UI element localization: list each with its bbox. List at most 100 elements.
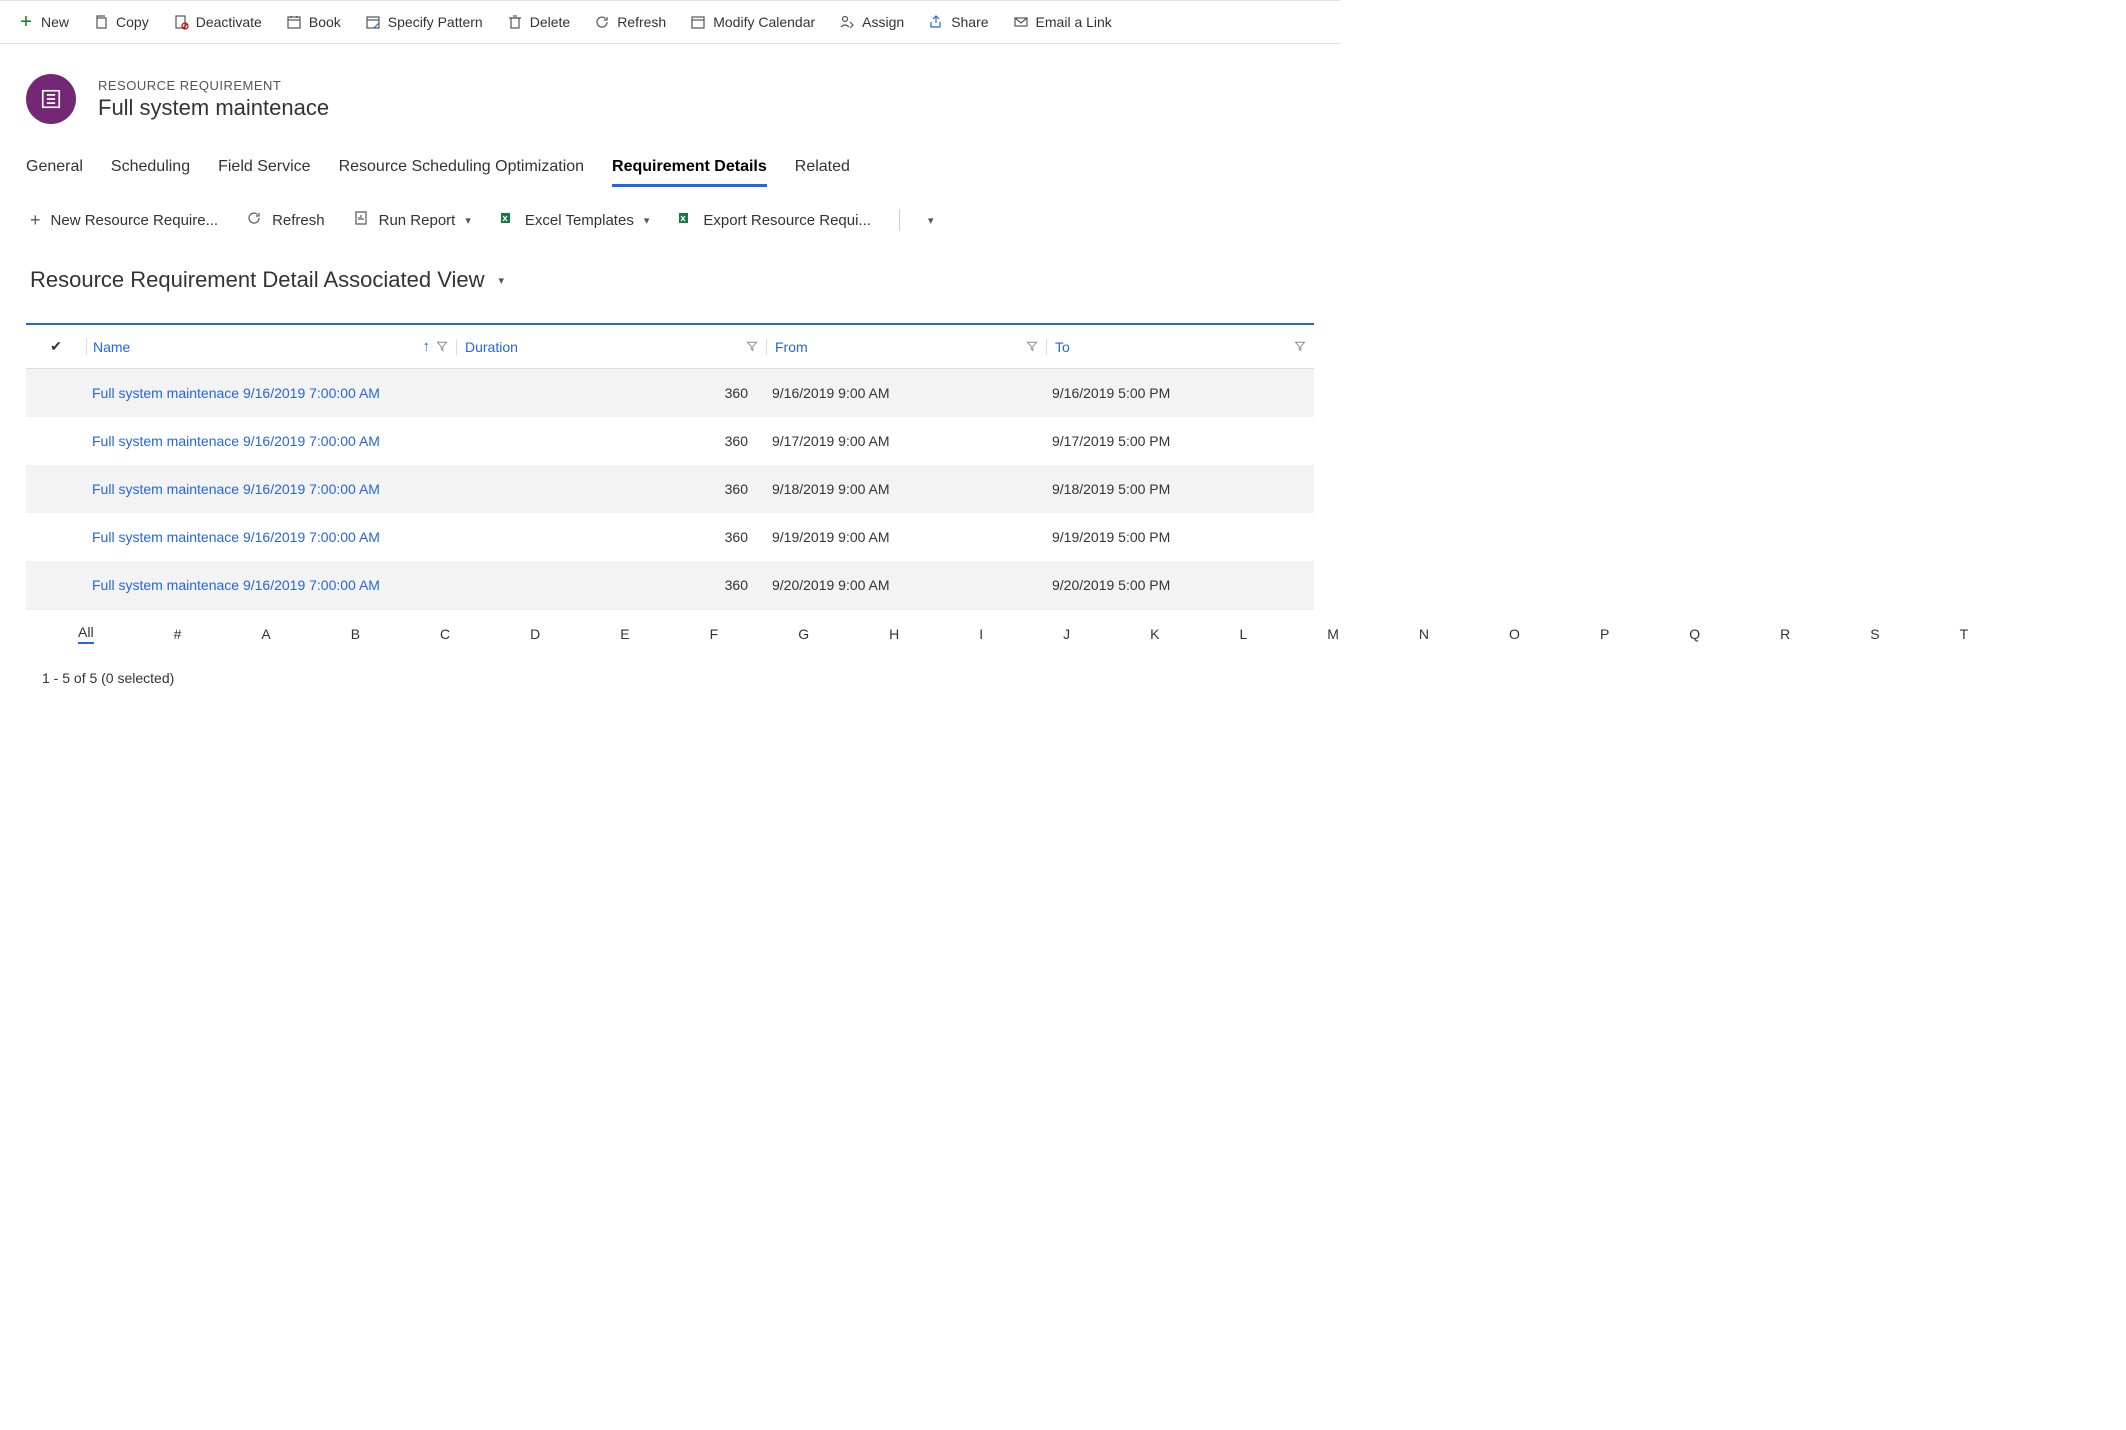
tab-field-service[interactable]: Field Service: [218, 158, 310, 187]
alpha-letter[interactable]: I: [979, 626, 983, 642]
overflow-button[interactable]: ▾: [928, 214, 934, 227]
alpha-letter[interactable]: D: [530, 626, 540, 642]
alpha-letter[interactable]: E: [620, 626, 629, 642]
view-title-row: Resource Requirement Detail Associated V…: [0, 231, 1340, 293]
tab-scheduling[interactable]: Scheduling: [111, 158, 190, 187]
share-icon: [928, 14, 944, 30]
email-link-button[interactable]: Email a Link: [1013, 14, 1112, 30]
cell-to: 9/20/2019 5:00 PM: [1046, 577, 1314, 593]
column-header-from[interactable]: From: [775, 339, 1020, 355]
refresh-label: Refresh: [617, 14, 666, 30]
new-record-button[interactable]: + New Resource Require...: [30, 210, 218, 231]
alpha-all[interactable]: All: [78, 624, 94, 644]
alpha-letter[interactable]: H: [889, 626, 899, 642]
cell-name[interactable]: Full system maintenace 9/16/2019 7:00:00…: [86, 385, 456, 401]
alpha-letter[interactable]: M: [1327, 626, 1339, 642]
assign-button[interactable]: Assign: [839, 14, 904, 30]
cell-from: 9/16/2019 9:00 AM: [766, 385, 1046, 401]
view-title: Resource Requirement Detail Associated V…: [30, 267, 485, 293]
cell-to: 9/18/2019 5:00 PM: [1046, 481, 1314, 497]
cell-to: 9/17/2019 5:00 PM: [1046, 433, 1314, 449]
alpha-letter[interactable]: T: [1960, 626, 1969, 642]
specify-pattern-label: Specify Pattern: [388, 14, 483, 30]
alpha-letter[interactable]: C: [440, 626, 450, 642]
share-button[interactable]: Share: [928, 14, 988, 30]
table-row[interactable]: Full system maintenace 9/16/2019 7:00:00…: [26, 513, 1314, 561]
alpha-letter[interactable]: N: [1419, 626, 1429, 642]
cell-name[interactable]: Full system maintenace 9/16/2019 7:00:00…: [86, 529, 456, 545]
book-label: Book: [309, 14, 341, 30]
alpha-letter[interactable]: A: [261, 626, 270, 642]
sort-asc-icon[interactable]: ↑: [423, 338, 431, 355]
report-icon: [353, 210, 369, 230]
column-header-name[interactable]: Name: [93, 339, 417, 355]
table-row[interactable]: Full system maintenace 9/16/2019 7:00:00…: [26, 465, 1314, 513]
table-row[interactable]: Full system maintenace 9/16/2019 7:00:00…: [26, 369, 1314, 417]
alpha-letter[interactable]: O: [1509, 626, 1520, 642]
tab-rso[interactable]: Resource Scheduling Optimization: [339, 158, 584, 187]
cell-name[interactable]: Full system maintenace 9/16/2019 7:00:00…: [86, 481, 456, 497]
view-selector-chevron-icon[interactable]: ▾: [499, 274, 505, 287]
deactivate-button[interactable]: Deactivate: [173, 14, 262, 30]
column-header-duration[interactable]: Duration: [465, 339, 740, 355]
run-report-button[interactable]: Run Report ▾: [353, 210, 471, 230]
grid-status: 1 - 5 of 5 (0 selected): [0, 654, 1340, 706]
plus-icon: +: [18, 14, 34, 30]
alpha-letter[interactable]: F: [710, 626, 719, 642]
table-row[interactable]: Full system maintenace 9/16/2019 7:00:00…: [26, 561, 1314, 609]
cell-name[interactable]: Full system maintenace 9/16/2019 7:00:00…: [86, 433, 456, 449]
delete-label: Delete: [530, 14, 570, 30]
table-row[interactable]: Full system maintenace 9/16/2019 7:00:00…: [26, 417, 1314, 465]
filter-icon[interactable]: [1294, 339, 1306, 355]
calendar-icon: [690, 14, 706, 30]
alpha-letter[interactable]: #: [174, 626, 182, 642]
calendar-icon: [286, 14, 302, 30]
alpha-letter[interactable]: G: [798, 626, 809, 642]
copy-icon: [93, 14, 109, 30]
column-header-to[interactable]: To: [1055, 339, 1288, 355]
alpha-letter[interactable]: J: [1063, 626, 1070, 642]
export-label: Export Resource Requi...: [703, 212, 871, 229]
email-link-label: Email a Link: [1036, 14, 1112, 30]
export-button[interactable]: Export Resource Requi...: [677, 210, 871, 230]
specify-pattern-button[interactable]: Specify Pattern: [365, 14, 483, 30]
delete-button[interactable]: Delete: [507, 14, 570, 30]
plus-icon: +: [30, 210, 41, 231]
refresh-button[interactable]: Refresh: [594, 14, 666, 30]
excel-templates-button[interactable]: Excel Templates ▾: [499, 210, 649, 230]
new-button[interactable]: + New: [18, 14, 69, 30]
record-header: RESOURCE REQUIREMENT Full system mainten…: [0, 44, 1340, 134]
alpha-letter[interactable]: B: [351, 626, 360, 642]
record-title: Full system maintenace: [98, 95, 329, 121]
cell-name[interactable]: Full system maintenace 9/16/2019 7:00:00…: [86, 577, 456, 593]
separator: [899, 209, 900, 231]
cell-from: 9/19/2019 9:00 AM: [766, 529, 1046, 545]
alpha-letter[interactable]: S: [1870, 626, 1879, 642]
email-icon: [1013, 14, 1029, 30]
cell-from: 9/20/2019 9:00 AM: [766, 577, 1046, 593]
cell-duration: 360: [456, 577, 766, 593]
modify-calendar-button[interactable]: Modify Calendar: [690, 14, 815, 30]
alpha-letter[interactable]: P: [1600, 626, 1609, 642]
select-all-checkbox[interactable]: ✔: [26, 338, 86, 355]
excel-templates-label: Excel Templates: [525, 212, 634, 229]
filter-icon[interactable]: [1026, 339, 1038, 355]
alpha-letter[interactable]: K: [1150, 626, 1159, 642]
tab-general[interactable]: General: [26, 158, 83, 187]
sub-refresh-button[interactable]: Refresh: [246, 210, 325, 230]
assign-icon: [839, 14, 855, 30]
alpha-letter[interactable]: Q: [1689, 626, 1700, 642]
alpha-index-strip: All #ABCDEFGHIJKLMNOPQRST: [26, 609, 1314, 654]
filter-icon[interactable]: [436, 339, 448, 355]
tab-requirement-details[interactable]: Requirement Details: [612, 158, 767, 187]
calendar-edit-icon: [365, 14, 381, 30]
grid: ✔ Name ↑ Duration From To Full system ma…: [26, 323, 1314, 609]
tab-related[interactable]: Related: [795, 158, 850, 187]
filter-icon[interactable]: [746, 339, 758, 355]
alpha-letter[interactable]: L: [1239, 626, 1247, 642]
run-report-label: Run Report: [379, 212, 456, 229]
copy-button[interactable]: Copy: [93, 14, 149, 30]
alpha-letter[interactable]: R: [1780, 626, 1790, 642]
entity-type-label: RESOURCE REQUIREMENT: [98, 78, 329, 93]
book-button[interactable]: Book: [286, 14, 341, 30]
